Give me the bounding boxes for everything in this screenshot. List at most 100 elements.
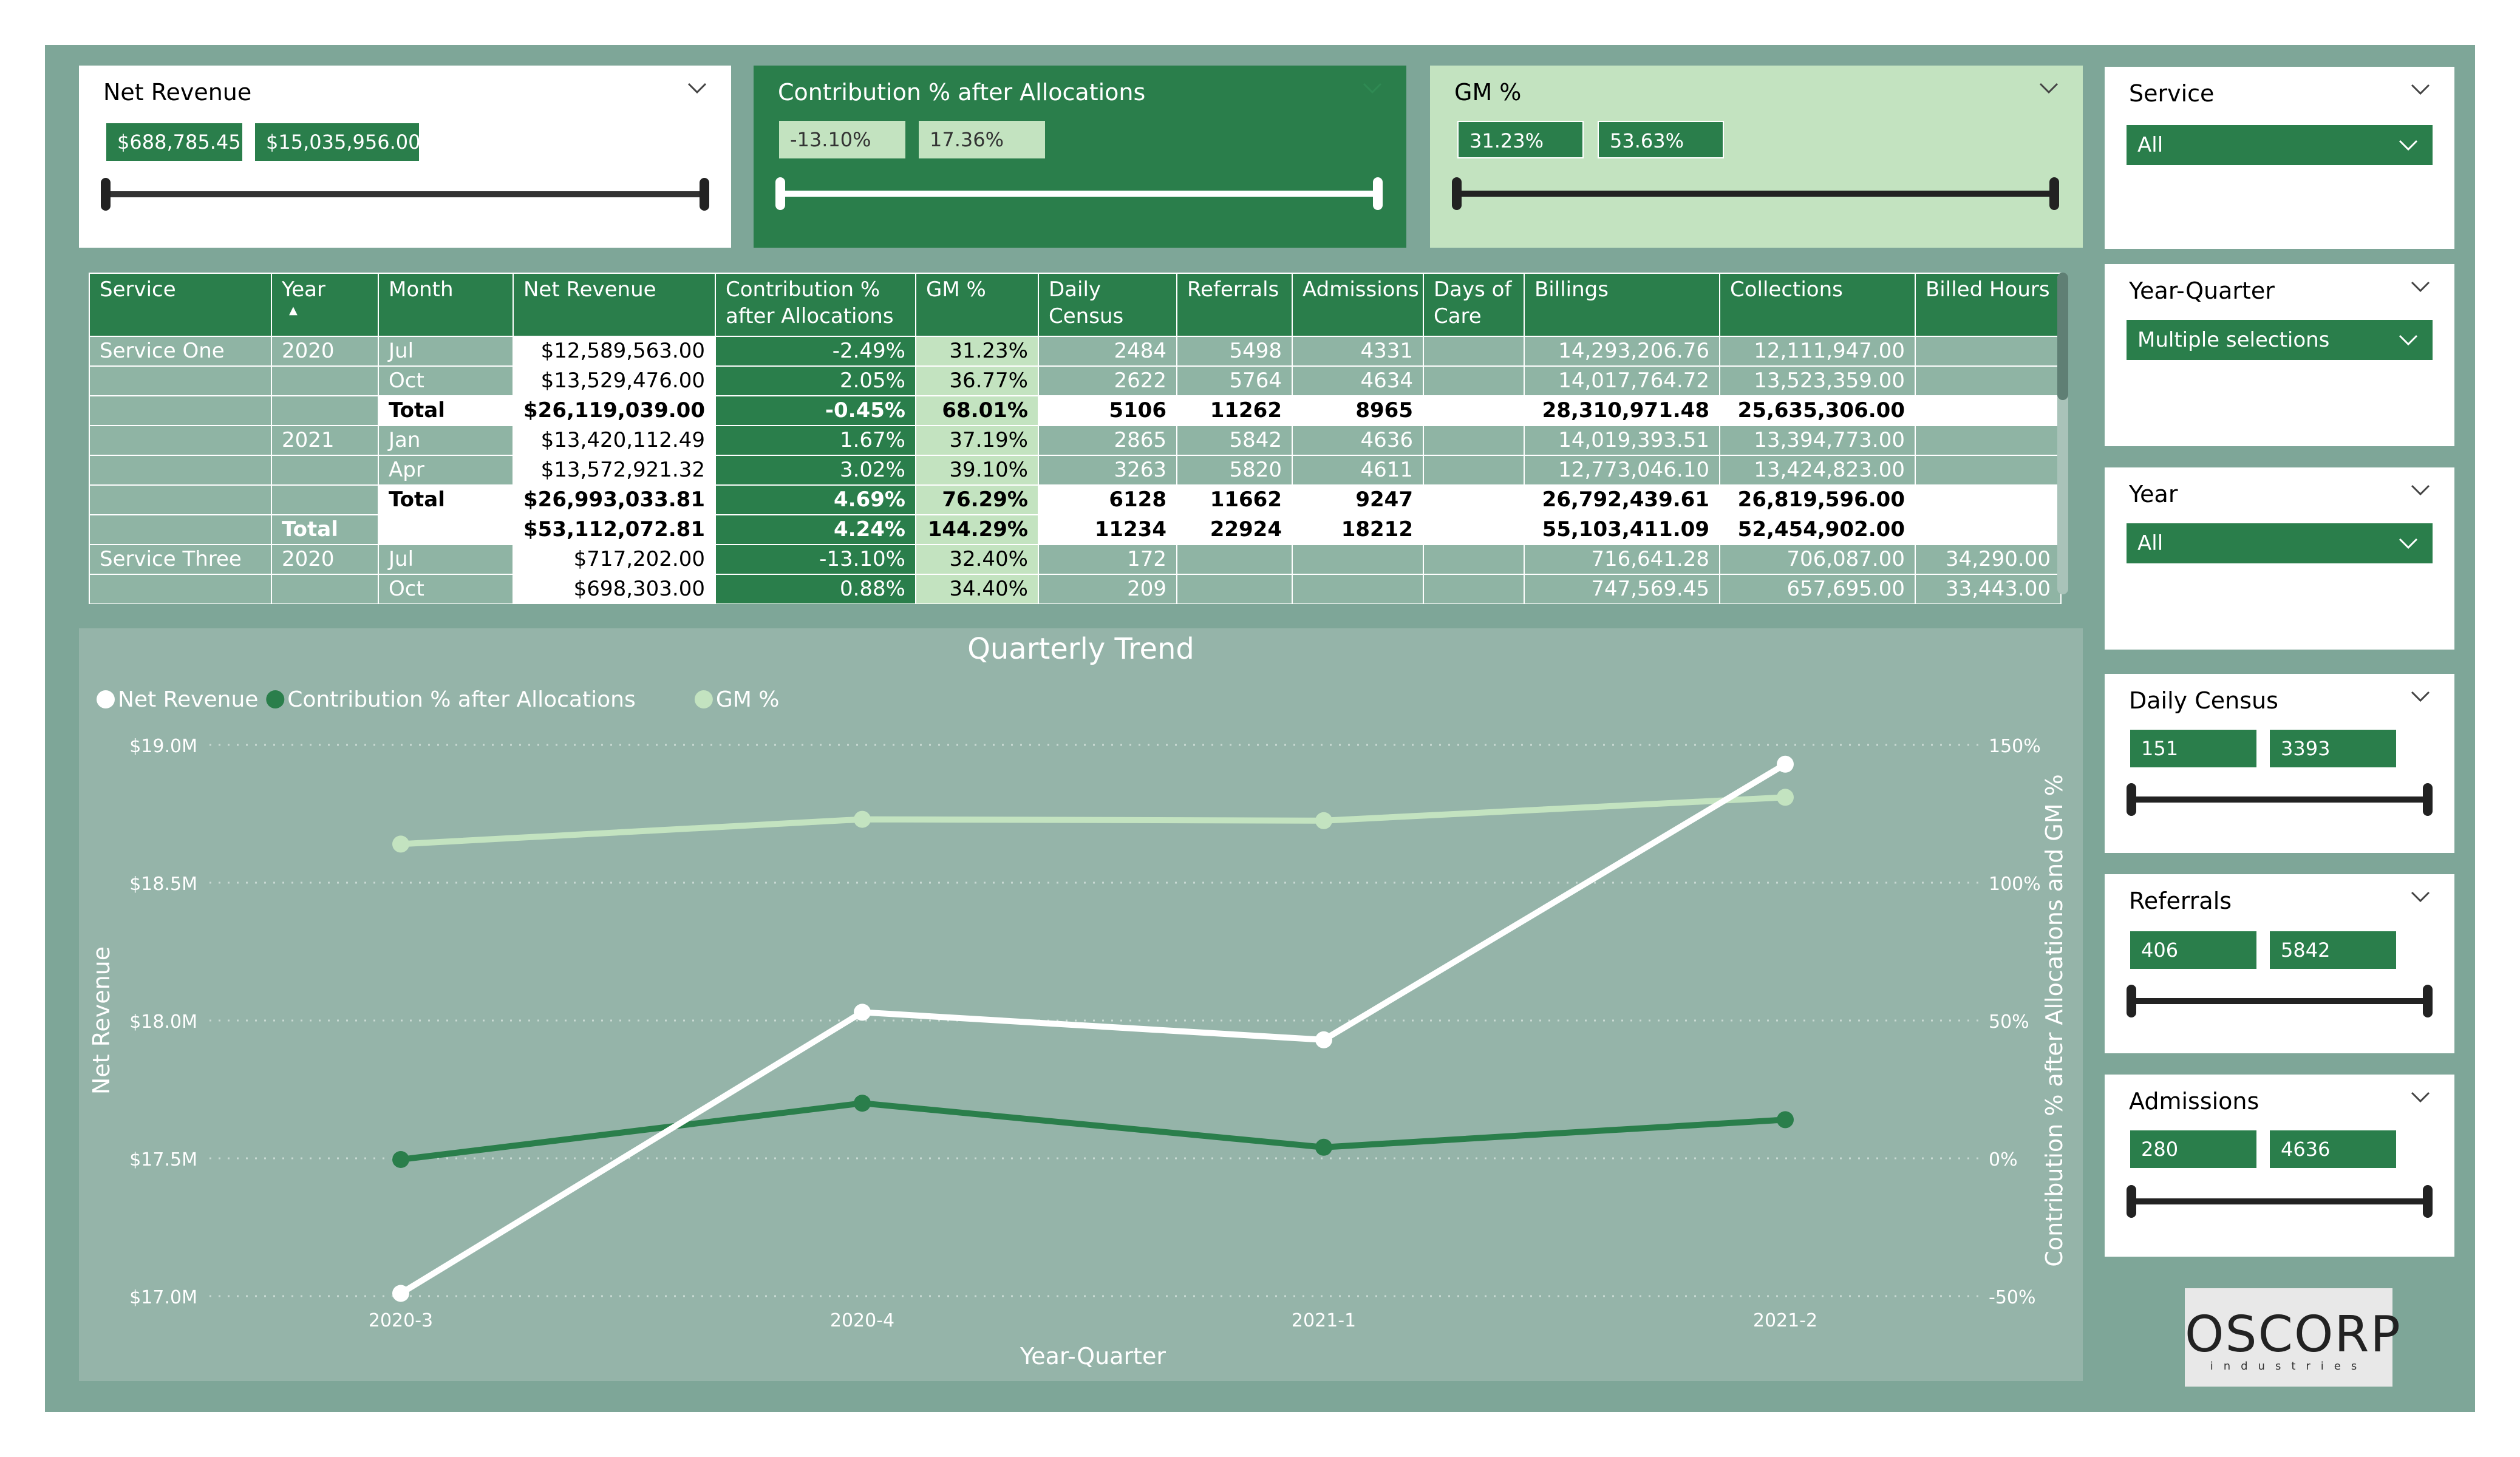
range-max-value[interactable]: 5842 (2270, 931, 2396, 969)
range-slider-handle-min[interactable] (775, 177, 785, 210)
data-point (1315, 812, 1332, 829)
table-cell-admissions: 18212 (1291, 514, 1424, 545)
chevron-down-icon[interactable] (2408, 885, 2433, 909)
admissions-slicer[interactable]: Admissions 280 4636 (2105, 1075, 2454, 1257)
range-slider-track[interactable] (104, 191, 707, 197)
range-slider-handle-max[interactable] (2423, 985, 2433, 1017)
range-slider-track[interactable] (779, 191, 1380, 197)
referrals-slicer[interactable]: Referrals 406 5842 (2105, 874, 2454, 1053)
chevron-down-icon[interactable] (2408, 685, 2433, 709)
table-scrollbar[interactable] (2057, 273, 2068, 594)
table-cell-billed-hours: 34,290.00 (1914, 544, 2062, 575)
year-quarter-slicer[interactable]: Year-Quarter Multiple selections (2105, 264, 2454, 446)
column-header[interactable]: Year ▲ (271, 273, 379, 337)
chevron-down-icon[interactable] (2408, 275, 2433, 299)
table-cell-referrals: 5498 (1176, 336, 1293, 367)
chevron-down-icon[interactable] (1360, 76, 1384, 101)
data-point (1777, 789, 1794, 806)
range-min-value[interactable]: 406 (2130, 931, 2256, 969)
slicer-title: Daily Census (2129, 687, 2278, 714)
range-max-value[interactable]: 3393 (2270, 730, 2396, 767)
range-max-value[interactable]: 17.36% (919, 121, 1045, 158)
range-slider-handle-min[interactable] (2127, 1185, 2136, 1218)
range-max-value[interactable]: $15,035,956.00 (255, 123, 420, 161)
table-cell-contribution: 3.02% (714, 455, 916, 486)
range-slider-handle-max[interactable] (1373, 177, 1383, 210)
series-line-net-revenue (399, 761, 1787, 1296)
daily-census-slicer[interactable]: Daily Census 151 3393 (2105, 674, 2454, 853)
series-line-gm- (400, 794, 1786, 847)
scrollbar-thumb[interactable] (2057, 273, 2068, 400)
table-cell-service (89, 425, 272, 456)
year-quarter-dropdown[interactable]: Multiple selections (2127, 320, 2433, 360)
chevron-down-icon[interactable] (2408, 478, 2433, 503)
net-revenue-slicer[interactable]: Net Revenue $688,785.45 $15,035,956.00 (79, 66, 731, 248)
chevron-down-icon[interactable] (2408, 1085, 2433, 1110)
column-header[interactable]: Net Revenue (513, 273, 716, 337)
table-row: Oct $13,529,476.00 2.05% 36.77% 2622 5764 4634… (89, 365, 2062, 396)
year-dropdown[interactable]: All (2127, 523, 2433, 563)
table-cell-billed-hours (1914, 425, 2062, 456)
range-slider-track[interactable] (1456, 191, 2057, 197)
range-min-value[interactable]: 151 (2130, 730, 2256, 767)
table-cell-daily-census: 2622 (1037, 365, 1177, 396)
table-cell-referrals: 11662 (1176, 484, 1293, 515)
range-slider-handle-max[interactable] (2423, 1185, 2433, 1218)
range-slider-handle-max[interactable] (2423, 783, 2433, 816)
range-min-value[interactable]: 31.23% (1457, 121, 1584, 158)
table-cell-gm: 31.23% (914, 336, 1039, 367)
chevron-down-icon (2399, 335, 2418, 346)
data-point (1315, 1138, 1332, 1156)
range-slider-track[interactable] (2130, 998, 2430, 1004)
service-slicer[interactable]: Service All (2105, 67, 2454, 249)
service-dropdown[interactable]: All (2127, 125, 2433, 165)
range-slider-handle-min[interactable] (1452, 177, 1462, 210)
table-cell-days-of-care (1422, 425, 1525, 456)
table-cell-collections: 52,454,902.00 (1718, 514, 1916, 545)
gm-slicer[interactable]: GM % 31.23% 53.63% (1430, 66, 2083, 248)
sort-ascending-icon[interactable]: ▲ (289, 305, 368, 316)
column-header[interactable]: Referrals (1176, 273, 1293, 337)
chevron-down-icon[interactable] (2408, 78, 2433, 102)
range-slider-track[interactable] (2130, 1198, 2430, 1204)
range-min-value[interactable]: $688,785.45 (106, 123, 242, 161)
table-cell-referrals: 5820 (1176, 455, 1293, 486)
column-header[interactable]: Collections (1718, 273, 1916, 337)
table-cell-contribution: 4.69% (714, 484, 916, 515)
table-cell-admissions: 8965 (1291, 395, 1424, 426)
range-slider-handle-min[interactable] (2127, 783, 2136, 816)
table-cell-referrals: 22924 (1176, 514, 1293, 545)
range-max-value[interactable]: 53.63% (1598, 121, 1724, 158)
slicer-title: Contribution % after Allocations (778, 79, 1146, 106)
column-header[interactable]: Admissions (1291, 273, 1424, 337)
column-header[interactable]: Daily Census (1037, 273, 1177, 337)
column-header[interactable]: GM % (914, 273, 1039, 337)
table-cell-contribution: 0.88% (714, 574, 916, 604)
range-slider-handle-max[interactable] (700, 178, 709, 211)
column-header[interactable]: Billed Hours (1914, 273, 2062, 337)
table-cell-year (271, 574, 379, 604)
column-header[interactable]: Service (89, 273, 272, 337)
slicer-title: Referrals (2129, 888, 2232, 914)
chevron-down-icon[interactable] (685, 76, 709, 101)
range-slider-handle-min[interactable] (101, 178, 111, 211)
column-header[interactable]: Month (378, 273, 514, 337)
table-cell-year (271, 484, 379, 515)
data-point (392, 1285, 409, 1302)
column-header[interactable]: Contribution % after Allocations (714, 273, 916, 337)
range-max-value[interactable]: 4636 (2270, 1130, 2396, 1168)
year-slicer[interactable]: Year All (2105, 467, 2454, 650)
contribution-slicer[interactable]: Contribution % after Allocations -13.10%… (754, 66, 1406, 248)
table-cell-admissions: 4331 (1291, 336, 1424, 367)
table-cell-contribution: -0.45% (714, 395, 916, 426)
range-min-value[interactable]: 280 (2130, 1130, 2256, 1168)
chevron-down-icon[interactable] (2037, 76, 2061, 101)
range-slider-track[interactable] (2130, 796, 2430, 803)
range-min-value[interactable]: -13.10% (779, 121, 905, 158)
table-cell-month: Total (378, 484, 514, 515)
range-slider-handle-max[interactable] (2049, 177, 2059, 210)
range-slider-handle-min[interactable] (2127, 985, 2136, 1017)
column-header[interactable]: Billings (1523, 273, 1720, 337)
table-cell-gm: 76.29% (914, 484, 1039, 515)
column-header[interactable]: Days of Care (1422, 273, 1525, 337)
